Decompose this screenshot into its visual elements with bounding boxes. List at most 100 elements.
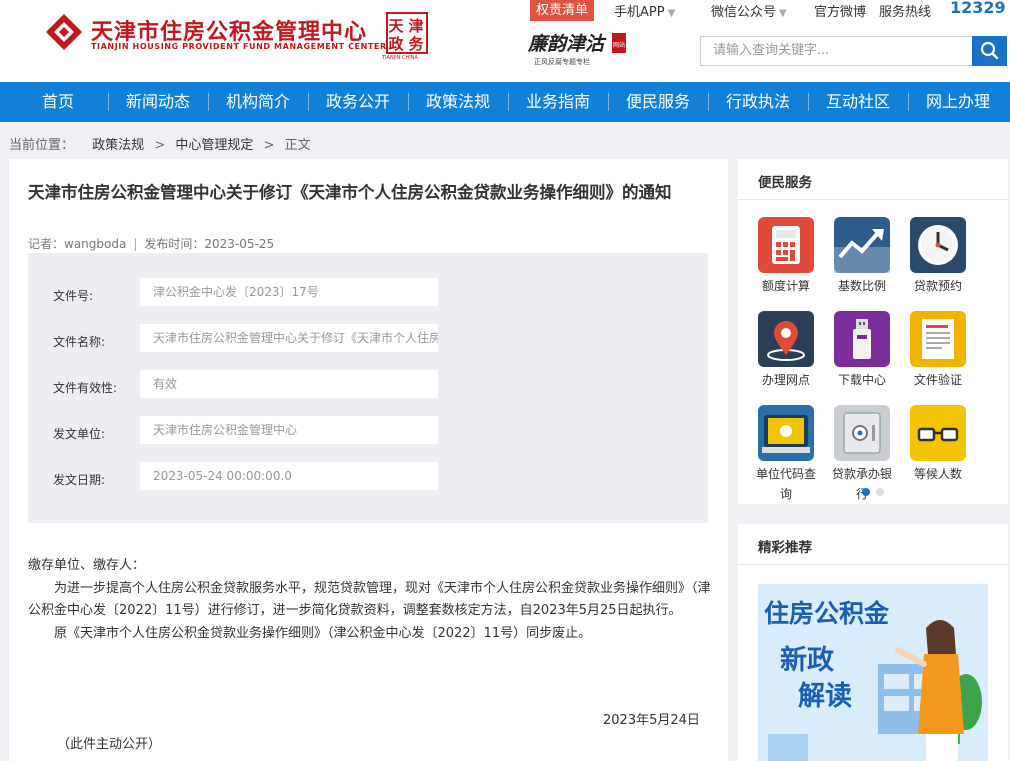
tianjin-seal-icon[interactable]: 天 津 政 务 <box>386 12 428 54</box>
carousel-dot[interactable] <box>876 488 884 496</box>
article-author: 记者：wangboda <box>28 237 127 251</box>
doc-date-label: 发文日期: <box>53 473 106 487</box>
carousel-dots <box>859 481 887 500</box>
promo-line-3: 解读 <box>798 681 852 712</box>
breadcrumb-policies[interactable]: 政策法规 <box>92 138 144 153</box>
nav-services[interactable]: 便民服务 <box>608 82 708 122</box>
glasses-icon <box>910 405 966 461</box>
article-paragraph: 原《天津市个人住房公积金贷款业务操作细则》（津公积金中心发〔2022〕11号）同… <box>54 625 592 641</box>
chevron-down-icon: ▼ <box>779 8 787 19</box>
site-header: 天津市住房公积金管理中心 TIANJIN HOUSING PROVIDENT F… <box>0 0 1010 82</box>
org-name-en: TIANJIN HOUSING PROVIDENT FUND MANAGEMEN… <box>91 42 387 51</box>
convenience-services-panel: 便民服务 额度计算 基数比例 贷款预约 办理网点 下载中心 文件验证 单位代码查… <box>738 159 1008 504</box>
doc-name-label: 文件名称: <box>53 335 106 349</box>
service-label: 下载中心 <box>837 373 886 387</box>
doc-issuer-field: 天津市住房公积金管理中心 <box>140 416 438 444</box>
svg-text:津: 津 <box>408 17 423 35</box>
seal-caption: TIANJIN·CHINA <box>382 55 418 61</box>
main-nav: 首页 新闻动态 机构简介 政务公开 政策法规 业务指南 便民服务 行政执法 互动… <box>0 82 1010 122</box>
carousel-dot-active[interactable] <box>862 488 870 496</box>
doc-number-label: 文件号: <box>53 289 94 303</box>
breadcrumb-separator: > <box>154 138 166 153</box>
service-label: 额度计算 <box>761 279 810 293</box>
promo-line-1: 住房公积金 <box>764 599 890 628</box>
service-quota-calc[interactable]: 额度计算 <box>751 217 821 296</box>
power-list-badge[interactable]: 权责清单 <box>530 0 594 21</box>
location-pin-icon <box>758 311 814 367</box>
article-title: 天津市住房公积金管理中心关于修订《天津市个人住房公积金贷款业务操作细则》的通知 <box>28 183 672 202</box>
nav-online[interactable]: 网上办理 <box>908 82 1008 122</box>
trend-chart-icon <box>834 217 890 273</box>
service-label: 基数比例 <box>837 279 886 293</box>
svg-text:政: 政 <box>388 35 404 53</box>
nav-gov-affairs[interactable]: 政务公开 <box>308 82 408 122</box>
doc-validity-label: 文件有效性: <box>53 381 118 395</box>
recommend-panel: 精彩推荐 住房公积金 新政 解读 <box>738 524 1008 761</box>
hotline-number: 12329 <box>950 0 1006 17</box>
safe-icon <box>834 405 890 461</box>
tablet-icon <box>758 405 814 461</box>
svg-text:廉韵津沽: 廉韵津沽 <box>528 33 607 55</box>
clock-icon <box>910 217 966 273</box>
breadcrumb-prefix: 当前位置： <box>9 138 75 153</box>
services-title: 便民服务 <box>758 175 812 191</box>
article-public-note: （此件主动公开） <box>57 737 162 752</box>
doc-validity-field: 有效 <box>140 370 438 398</box>
nav-guide[interactable]: 业务指南 <box>508 82 608 122</box>
breadcrumb-regulations[interactable]: 中心管理规定 <box>175 138 253 153</box>
calculator-icon <box>758 217 814 273</box>
doc-name-field: 天津市住房公积金管理中心关于修订《天津市个人住房公积金贷款业务操作细则》的通知 <box>140 324 438 352</box>
service-label: 等候人数 <box>913 467 962 481</box>
nav-enforcement[interactable]: 行政执法 <box>708 82 808 122</box>
article-card: 天津市住房公积金管理中心关于修订《天津市个人住房公积金贷款业务操作细则》的通知 … <box>9 159 728 761</box>
policy-promo-banner[interactable]: 住房公积金 新政 解读 <box>758 584 988 761</box>
svg-text:网站: 网站 <box>613 41 625 49</box>
svg-text:务: 务 <box>408 35 424 53</box>
service-label: 办理网点 <box>761 373 810 387</box>
search-icon <box>980 41 999 60</box>
service-base-ratio[interactable]: 基数比例 <box>827 217 897 296</box>
doc-issuer-label: 发文单位: <box>53 427 106 441</box>
site-logo-icon[interactable] <box>44 12 84 52</box>
nav-news[interactable]: 新闻动态 <box>108 82 208 122</box>
svg-text:天: 天 <box>388 17 404 35</box>
service-label: 文件验证 <box>913 373 962 387</box>
recommend-title: 精彩推荐 <box>758 540 812 556</box>
chevron-down-icon: ▼ <box>667 8 676 19</box>
nav-home[interactable]: 首页 <box>8 82 108 122</box>
search-button[interactable] <box>972 36 1007 66</box>
service-label: 贷款预约 <box>913 279 962 293</box>
doc-date-field: 2023-05-24 00:00:00.0 <box>140 462 438 490</box>
hotline-label: 服务热线 <box>879 5 932 20</box>
service-outlets[interactable]: 办理网点 <box>751 311 821 390</box>
nav-about[interactable]: 机构简介 <box>208 82 308 122</box>
weibo-link[interactable]: 官方微博 <box>814 1 866 20</box>
article-paragraph: 为进一步提高个人住房公积金贷款服务水平，规范贷款管理，现对《天津市个人住房公积金… <box>28 580 711 619</box>
service-label: 单位代码查询 <box>755 467 816 501</box>
promo-line-2: 新政 <box>780 645 834 676</box>
service-queue-count[interactable]: 等候人数 <box>903 405 973 484</box>
integrity-column-logo[interactable]: 廉韵津沽 网站 正风反腐专题专栏 <box>528 30 628 70</box>
search-input[interactable]: 请输入查询关键字... <box>700 36 972 66</box>
article-sign-date: 2023年5月24日 <box>603 713 700 728</box>
article-publish-time: 发布时间：2023-05-25 <box>144 237 275 251</box>
nav-community[interactable]: 互动社区 <box>808 82 908 122</box>
document-info-panel: 文件号: 津公积金中心发〔2023〕17号 文件名称: 天津市住房公积金管理中心… <box>28 253 708 523</box>
service-downloads[interactable]: 下载中心 <box>827 311 897 390</box>
wechat-link[interactable]: 微信公众号 ▼ <box>711 1 787 20</box>
service-document-verify[interactable]: 文件验证 <box>903 311 973 390</box>
breadcrumb-current: 正文 <box>284 138 311 153</box>
svg-text:正风反腐专题专栏: 正风反腐专题专栏 <box>534 57 590 66</box>
document-check-icon <box>910 311 966 367</box>
service-loan-appointment[interactable]: 贷款预约 <box>903 217 973 296</box>
article-body: 缴存单位、缴存人： 为进一步提高个人住房公积金贷款服务水平，规范贷款管理，现对《… <box>28 555 712 645</box>
article-meta: 记者：wangboda | 发布时间：2023-05-25 <box>28 237 275 251</box>
breadcrumb-separator: > <box>263 138 275 153</box>
nav-policies[interactable]: 政策法规 <box>408 82 508 122</box>
breadcrumb: 当前位置： 政策法规 > 中心管理规定 > 正文 <box>9 134 317 153</box>
doc-number-field: 津公积金中心发〔2023〕17号 <box>140 278 438 306</box>
mobile-app-link[interactable]: 手机APP ▼ <box>614 1 675 20</box>
article-salutation: 缴存单位、缴存人： <box>28 558 146 573</box>
usb-drive-icon <box>834 311 890 367</box>
service-unit-code-query[interactable]: 单位代码查询 <box>751 405 821 504</box>
